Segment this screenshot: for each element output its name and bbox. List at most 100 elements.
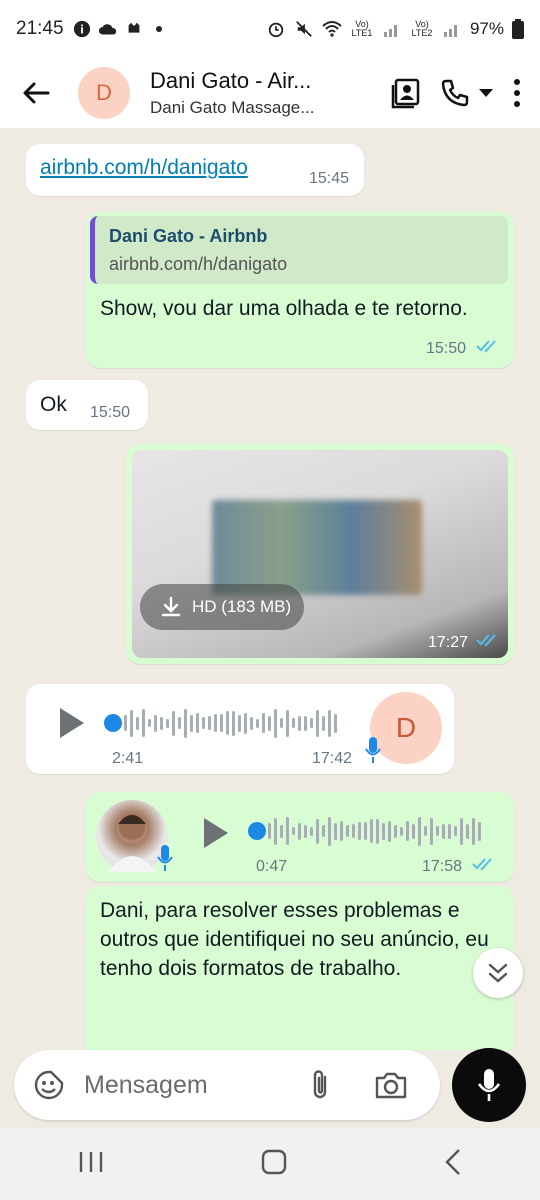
message-composer [14, 1050, 440, 1120]
message-bubble-outgoing[interactable]: Dani, para resolver esses problemas e ou… [86, 886, 514, 1050]
download-video-button[interactable]: HD (183 MB) [140, 584, 304, 630]
message-bubble-incoming[interactable]: airbnb.com/h/danigato 15:45 [26, 144, 364, 196]
video-thumbnail[interactable]: HD (183 MB) 17:27 [132, 450, 508, 658]
waveform-bar [202, 717, 205, 729]
sticker-icon [34, 1070, 64, 1100]
status-time: 21:45 [16, 18, 64, 39]
message-text: Ok [40, 393, 67, 416]
waveform-bar [328, 709, 331, 737]
scroll-to-bottom-button[interactable] [473, 948, 523, 998]
recent-apps-icon [80, 1151, 103, 1172]
waveform-bar [352, 824, 355, 838]
waveform-bar [292, 718, 295, 728]
blurred-preview [212, 500, 422, 595]
message-time: 17:58 [422, 858, 463, 875]
waveform-bar [394, 824, 397, 838]
waveform-bar [478, 821, 481, 841]
chat-messages[interactable]: airbnb.com/h/danigato 15:45 Dani Gato - … [0, 128, 540, 1050]
status-bar: 21:45 Vo) LTE1 Vo) LTE2 97% [0, 0, 540, 58]
voice-duration: 0:47 [256, 858, 288, 875]
waveform-bar [184, 708, 187, 738]
message-input[interactable] [84, 1070, 294, 1100]
play-button-icon[interactable] [202, 816, 230, 850]
contact-avatar[interactable]: D [78, 67, 130, 119]
audio-waveform[interactable] [124, 706, 337, 740]
waveform-bar [262, 713, 265, 733]
waveform-bar [196, 713, 199, 733]
waveform-bar [322, 825, 325, 837]
waveform-bar [340, 821, 343, 841]
waveform-bar [370, 819, 373, 843]
voice-record-button[interactable] [452, 1048, 526, 1122]
waveform-bar [178, 717, 181, 729]
battery-icon [512, 19, 524, 39]
waveform-bar [388, 820, 391, 842]
playback-position-dot[interactable] [104, 714, 122, 732]
waveform-bar [166, 718, 169, 728]
playback-position-dot[interactable] [248, 822, 266, 840]
waveform-bar [292, 827, 295, 835]
contact-card-button[interactable] [390, 77, 422, 109]
paperclip-icon [313, 1070, 327, 1099]
signal1-icon [383, 25, 397, 37]
waveform-bar [238, 714, 241, 732]
home-button[interactable] [261, 1149, 287, 1180]
waveform-bar [148, 719, 151, 727]
back-button[interactable] [12, 69, 60, 117]
call-button[interactable] [440, 78, 494, 108]
voice-message-incoming[interactable]: 2:41 17:42 D [26, 684, 454, 774]
audio-waveform[interactable] [268, 814, 481, 848]
microphone-icon [477, 1069, 501, 1101]
waveform-bar [472, 817, 475, 845]
waveform-bar [358, 822, 361, 840]
attach-button[interactable] [302, 1065, 338, 1105]
waveform-bar [382, 822, 385, 840]
contact-subtitle: Dani Gato Massage... [150, 98, 315, 117]
waveform-bar [322, 715, 325, 731]
contact-info[interactable]: Dani Gato - Air... Dani Gato Massage... [150, 68, 340, 118]
message-time: 15:50 [90, 404, 131, 421]
message-time: 15:45 [309, 170, 350, 187]
waveform-bar [448, 823, 451, 839]
waveform-bar [466, 823, 469, 839]
home-icon [261, 1149, 287, 1174]
message-bubble-incoming[interactable]: Ok 15:50 [26, 380, 148, 430]
waveform-bar [364, 822, 367, 840]
waveform-bar [124, 715, 127, 731]
info-icon [73, 20, 90, 38]
message-time: 15:50 [426, 340, 467, 357]
waveform-bar [334, 822, 337, 840]
double-chevron-down-icon [488, 963, 508, 983]
waveform-bar [286, 709, 289, 737]
waveform-bar [214, 714, 217, 732]
nav-back-button[interactable] [444, 1148, 462, 1181]
link-preview-quote[interactable]: Dani Gato - Airbnb airbnb.com/h/danigato [90, 216, 508, 284]
message-bubble-outgoing[interactable]: HD (183 MB) 17:27 [126, 444, 514, 664]
download-size-label: HD (183 MB) [192, 597, 292, 616]
mic-icon [157, 845, 173, 871]
more-options-button[interactable] [512, 78, 522, 108]
read-ticks-icon [476, 338, 502, 359]
header-actions [390, 77, 522, 109]
waveform-bar [274, 708, 277, 738]
waveform-bar [136, 716, 139, 730]
message-bubble-outgoing[interactable]: Dani Gato - Airbnb airbnb.com/h/danigato… [86, 212, 514, 368]
waveform-bar [280, 718, 283, 728]
waveform-bar [280, 824, 283, 838]
play-button-icon[interactable] [58, 706, 86, 740]
waveform-bar [430, 817, 433, 845]
waveform-bar [160, 716, 163, 730]
voice-message-outgoing[interactable]: 0:47 17:58 [86, 792, 514, 882]
waveform-bar [460, 817, 463, 845]
arrow-left-icon [23, 82, 50, 104]
waveform-bar [298, 822, 301, 840]
recent-apps-button[interactable] [78, 1150, 104, 1179]
waveform-bar [346, 825, 349, 837]
airbnb-link[interactable]: airbnb.com/h/danigato [40, 156, 248, 180]
system-nav-bar [0, 1128, 540, 1200]
quote-subtitle: airbnb.com/h/danigato [109, 254, 288, 274]
sticker-button[interactable] [32, 1068, 66, 1102]
camera-button[interactable] [372, 1067, 410, 1103]
waveform-bar [172, 710, 175, 736]
chat-header: D Dani Gato - Air... Dani Gato Massage..… [0, 58, 540, 128]
